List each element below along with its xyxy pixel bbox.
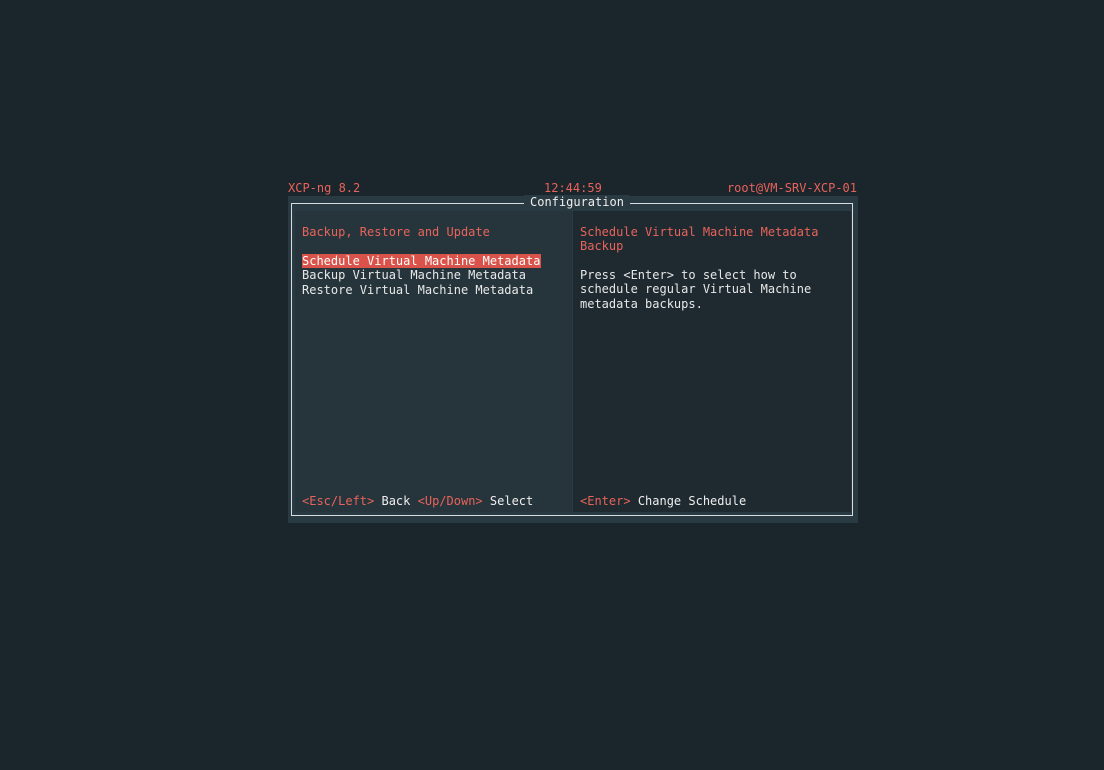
section-title: Backup, Restore and Update: [302, 225, 490, 239]
dialog-title: Configuration: [524, 195, 630, 210]
help-key-hints: <Enter> Change Schedule: [580, 494, 746, 508]
key-hint-select[interactable]: <Up/Down>: [418, 494, 483, 508]
host-login: root@VM-SRV-XCP-01: [726, 181, 857, 195]
menu-list: Schedule Virtual Machine Metadata Backup…: [302, 254, 542, 297]
help-title: Schedule Virtual Machine Metadata Backup: [580, 225, 819, 254]
menu-item-backup-metadata[interactable]: Backup Virtual Machine Metadata: [302, 268, 541, 282]
menu-item-label: Backup Virtual Machine Metadata: [302, 268, 526, 283]
key-hint-enter[interactable]: <Enter>: [580, 494, 631, 508]
menu-item-label: Schedule Virtual Machine Metadata: [302, 254, 542, 269]
key-hint-select-label: Select: [489, 494, 534, 508]
key-hint-enter-label: Change Schedule: [637, 494, 747, 508]
help-description: Press <Enter> to select how to schedule …: [580, 268, 812, 311]
menu-item-label: Restore Virtual Machine Metadata: [302, 282, 534, 297]
clock: 12:44:59: [544, 181, 602, 195]
status-bar: XCP-ng 8.2 12:44:59 root@VM-SRV-XCP-01: [288, 181, 858, 196]
help-pane: Schedule Virtual Machine Metadata Backup…: [573, 211, 851, 512]
key-hint-back-label: Back: [381, 494, 411, 508]
menu-pane: Backup, Restore and Update Schedule Virt…: [295, 211, 572, 512]
menu-key-hints: <Esc/Left> Back <Up/Down> Select: [302, 494, 533, 508]
xsconsole-window: XCP-ng 8.2 12:44:59 root@VM-SRV-XCP-01 C…: [288, 181, 858, 523]
menu-item-restore-metadata[interactable]: Restore Virtual Machine Metadata: [302, 283, 541, 297]
menu-item-schedule-metadata[interactable]: Schedule Virtual Machine Metadata: [302, 254, 542, 269]
key-hint-back[interactable]: <Esc/Left>: [302, 494, 374, 508]
product-version: XCP-ng 8.2: [288, 181, 361, 195]
